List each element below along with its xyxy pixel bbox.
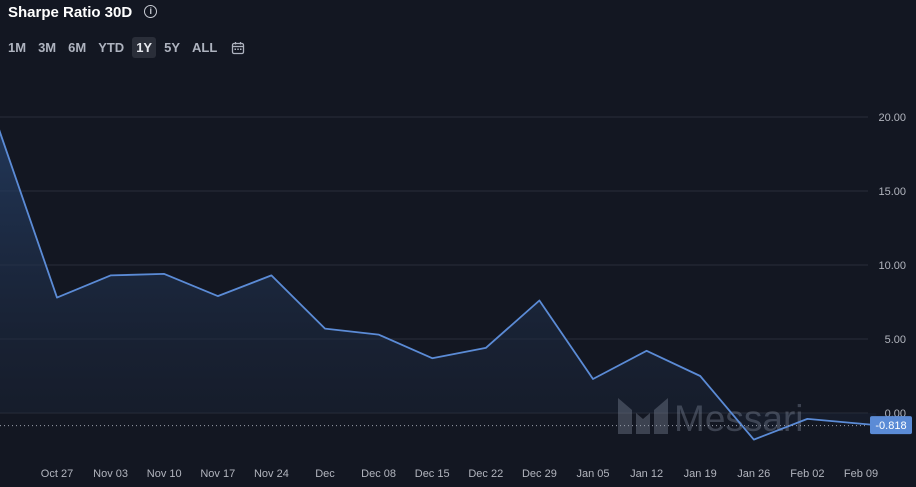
x-tick-label: Nov 24 <box>254 468 289 480</box>
y-axis-ticks: 0.005.0010.0015.0020.00 <box>878 112 906 420</box>
x-tick-label: Dec <box>315 468 335 480</box>
watermark-text: Messari <box>674 398 804 439</box>
y-tick-label: 15.00 <box>878 186 906 198</box>
x-tick-label: Dec 15 <box>415 468 450 480</box>
x-tick-label: Nov 10 <box>147 468 182 480</box>
last-value-badge-group: -0.818 <box>870 416 912 435</box>
x-tick-label: Jan 26 <box>737 468 770 480</box>
sharpe-ratio-chart[interactable]: Messari 0.005.0010.0015.0020.00 Oct 27 No… <box>0 0 916 487</box>
x-tick-label: Oct 27 <box>41 468 73 480</box>
x-tick-label: Jan 19 <box>684 468 717 480</box>
x-tick-label: Dec 08 <box>361 468 396 480</box>
x-tick-label: Dec 29 <box>522 468 557 480</box>
x-axis-ticks: Oct 27 Nov 03 Nov 10 Nov 17 Nov 24 Dec Dec 08 D… <box>41 468 878 480</box>
area-fill <box>0 132 877 440</box>
x-tick-label: Feb 09 <box>844 468 878 480</box>
x-tick-label: Nov 17 <box>200 468 235 480</box>
area-fill-path <box>0 132 877 440</box>
x-tick-label: Dec 22 <box>468 468 503 480</box>
x-tick-label: Feb 02 <box>790 468 824 480</box>
x-tick-label: Jan 05 <box>576 468 609 480</box>
last-value-label: -0.818 <box>875 420 906 432</box>
x-tick-label: Nov 03 <box>93 468 128 480</box>
y-tick-label: 20.00 <box>878 112 906 124</box>
x-tick-label: Jan 12 <box>630 468 663 480</box>
y-tick-label: 10.00 <box>878 260 906 272</box>
y-tick-label: 5.00 <box>885 334 906 346</box>
